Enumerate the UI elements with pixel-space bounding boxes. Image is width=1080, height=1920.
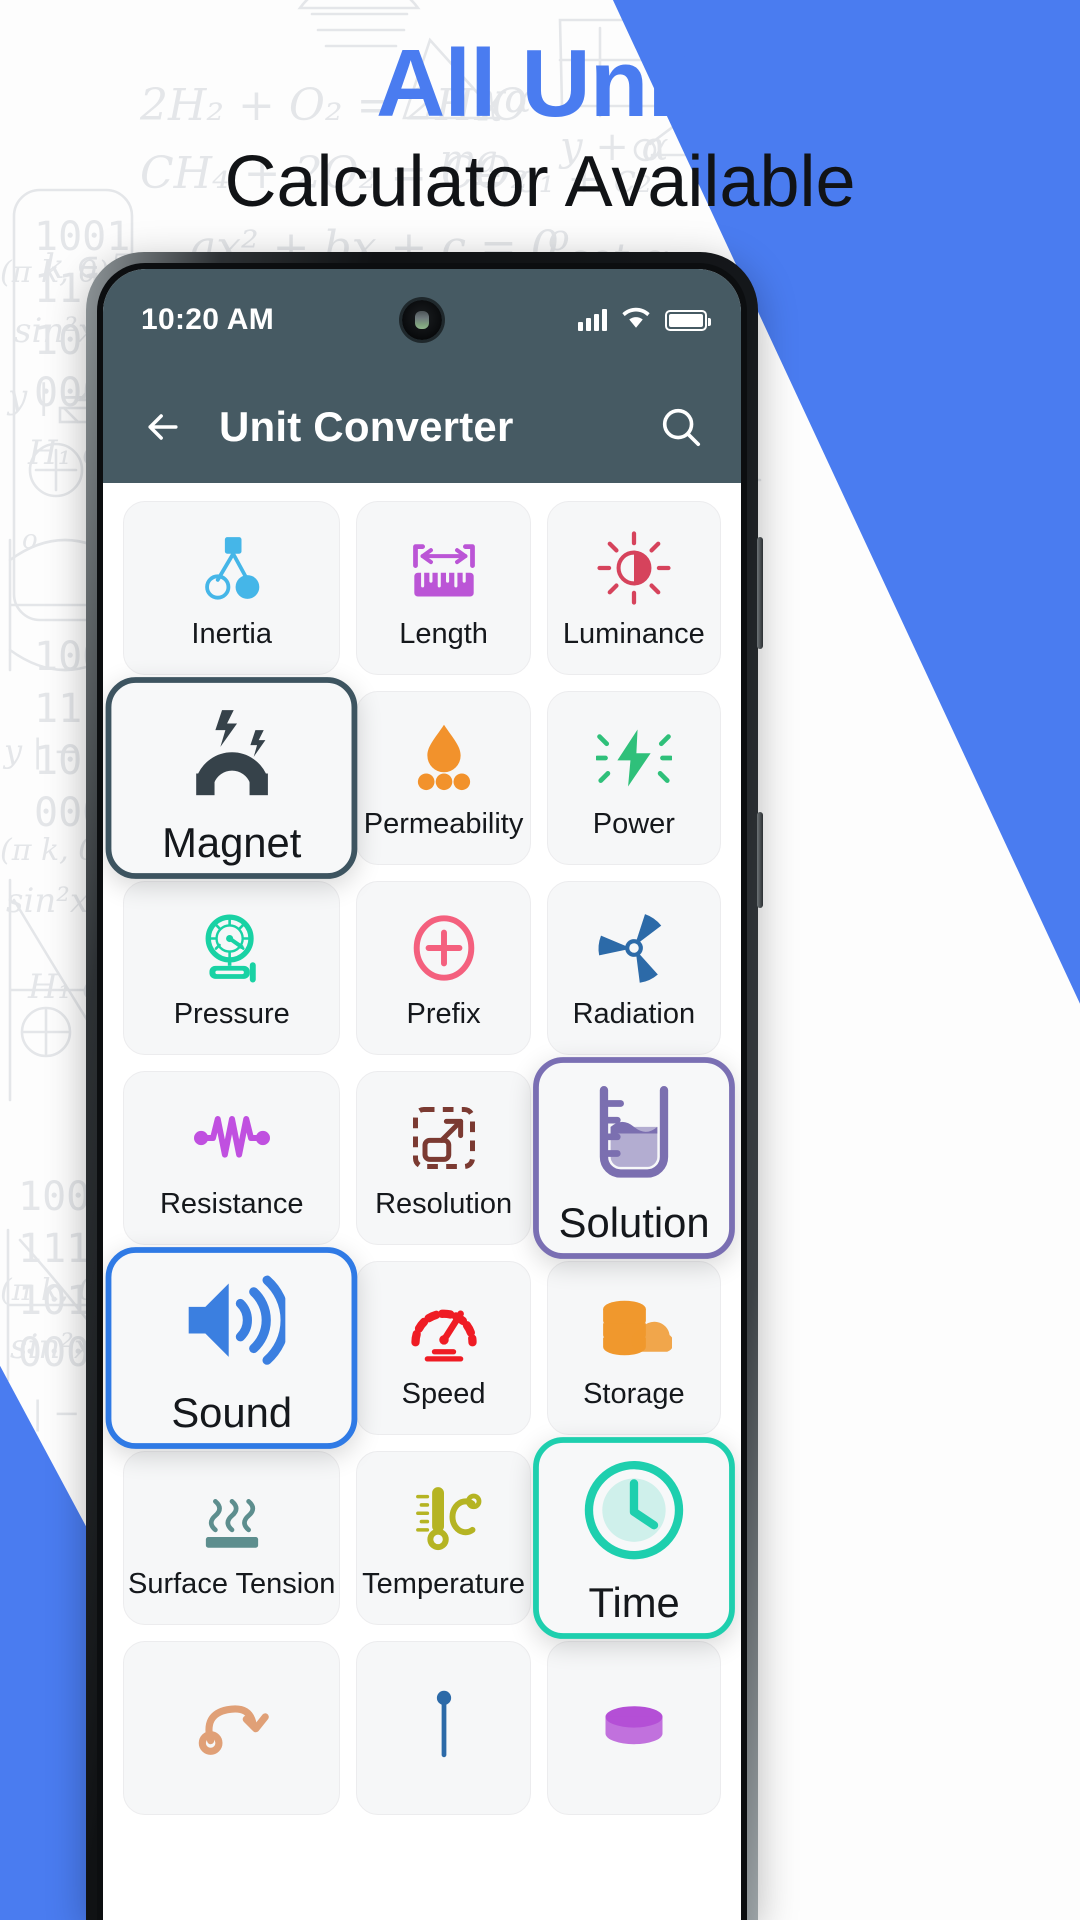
converter-tile-resistance[interactable]: Resistance [123,1071,341,1245]
converter-tile-label: Inertia [191,618,273,651]
phone-volume-button[interactable] [757,537,763,649]
power-bolt-icon [596,715,672,801]
torque-icon [194,1681,270,1767]
ruler-icon [406,525,482,611]
magnet-icon [178,690,285,811]
phone-screen: 10:20 AM Unit Converter Inertia Length L… [103,269,741,1920]
converter-tile-label: Permeability [363,808,524,841]
converter-tile-label: Magnet [162,818,302,867]
resolution-icon [406,1095,482,1181]
promo-screenshot: 2H₂ + O₂ = 2H₂O CH₄ + 2O₂ = CO₂ ax² + bx… [0,0,1080,1920]
converter-tile-permeability[interactable]: Permeability [356,691,531,865]
converter-tile-time[interactable]: Time [532,1437,735,1639]
speaker-icon [178,1260,285,1381]
phone-bezel: 10:20 AM Unit Converter Inertia Length L… [97,263,747,1920]
thermometer-icon [406,1475,482,1561]
converter-tile[interactable] [356,1641,531,1815]
converter-tile-pressure[interactable]: Pressure [123,881,341,1055]
volume-icon [596,1681,672,1767]
status-bar: 10:20 AM [103,269,741,371]
inertia-icon [194,525,270,611]
converter-tile-label: Resolution [375,1188,513,1221]
converter-tile-label: Surface Tension [128,1568,336,1601]
converter-tile-label: Length [399,618,488,651]
wifi-icon [621,306,651,334]
front-camera-icon [402,300,442,340]
converter-tile-length[interactable]: Length [356,501,531,675]
pin-icon [406,1681,482,1767]
converter-tile-label: Resistance [159,1188,304,1221]
converter-tile-luminance[interactable]: Luminance [546,501,721,675]
converter-tile-label: Solution [558,1198,710,1247]
signal-icon [578,309,607,331]
luminance-icon [596,525,672,611]
surface-tension-icon [194,1475,270,1561]
storage-icon [596,1285,672,1371]
svg-text:o: o [22,525,38,555]
status-bar-clock: 10:20 AM [141,303,275,336]
converter-tile-label: Speed [401,1378,486,1411]
beaker-icon [580,1070,687,1191]
promo-headline-line2: Calculator Available [224,141,856,222]
back-arrow-icon[interactable] [135,399,191,455]
converter-tile-magnet[interactable]: Magnet [105,677,358,879]
battery-icon [665,309,711,331]
promo-headline: All Unit Calculator Available [0,30,1080,224]
permeability-icon [406,715,482,801]
search-icon[interactable] [653,399,709,455]
converter-tile-power[interactable]: Power [546,691,721,865]
converter-tile-label: Storage [583,1378,685,1411]
converter-grid-scroll[interactable]: Inertia Length Luminance Magnet Permeability… [103,483,741,1920]
converter-tile-resolution[interactable]: Resolution [356,1071,531,1245]
converter-tile[interactable] [546,1641,721,1815]
converter-tile-sound[interactable]: Sound [105,1247,358,1449]
converter-tile-label: Time [588,1578,680,1627]
converter-tile-label: Prefix [406,998,481,1031]
converter-tile-storage[interactable]: Storage [546,1261,721,1435]
phone-mockup: 10:20 AM Unit Converter Inertia Length L… [86,252,763,1920]
converter-tile-solution[interactable]: Solution [532,1057,735,1259]
converter-tile-temperature[interactable]: Temperature [356,1451,531,1625]
radiation-icon [596,905,672,991]
app-bar: Unit Converter [103,371,741,483]
converter-tile-label: Pressure [173,998,290,1031]
resistor-icon [194,1095,270,1181]
page-title: Unit Converter [219,403,514,450]
converter-tile[interactable] [123,1641,341,1815]
converter-tile-surface-tension[interactable]: Surface Tension [123,1451,341,1625]
converter-grid: Inertia Length Luminance Magnet Permeability… [105,501,735,1815]
converter-tile-label: Power [592,808,675,841]
converter-tile-label: Luminance [562,618,705,651]
converter-tile-label: Radiation [572,998,696,1031]
status-bar-icons [578,306,711,334]
promo-headline-line1: All Unit [376,30,705,137]
converter-tile-radiation[interactable]: Radiation [546,881,721,1055]
converter-tile-speed[interactable]: Speed [356,1261,531,1435]
converter-tile-label: Temperature [362,1568,525,1601]
prefix-plus-icon [406,905,482,991]
converter-tile-prefix[interactable]: Prefix [356,881,531,1055]
converter-tile-inertia[interactable]: Inertia [123,501,341,675]
clock-icon [580,1450,687,1571]
pressure-gauge-icon [194,905,270,991]
phone-power-button[interactable] [757,812,763,908]
converter-tile-label: Sound [171,1388,293,1437]
speedometer-icon [406,1285,482,1371]
